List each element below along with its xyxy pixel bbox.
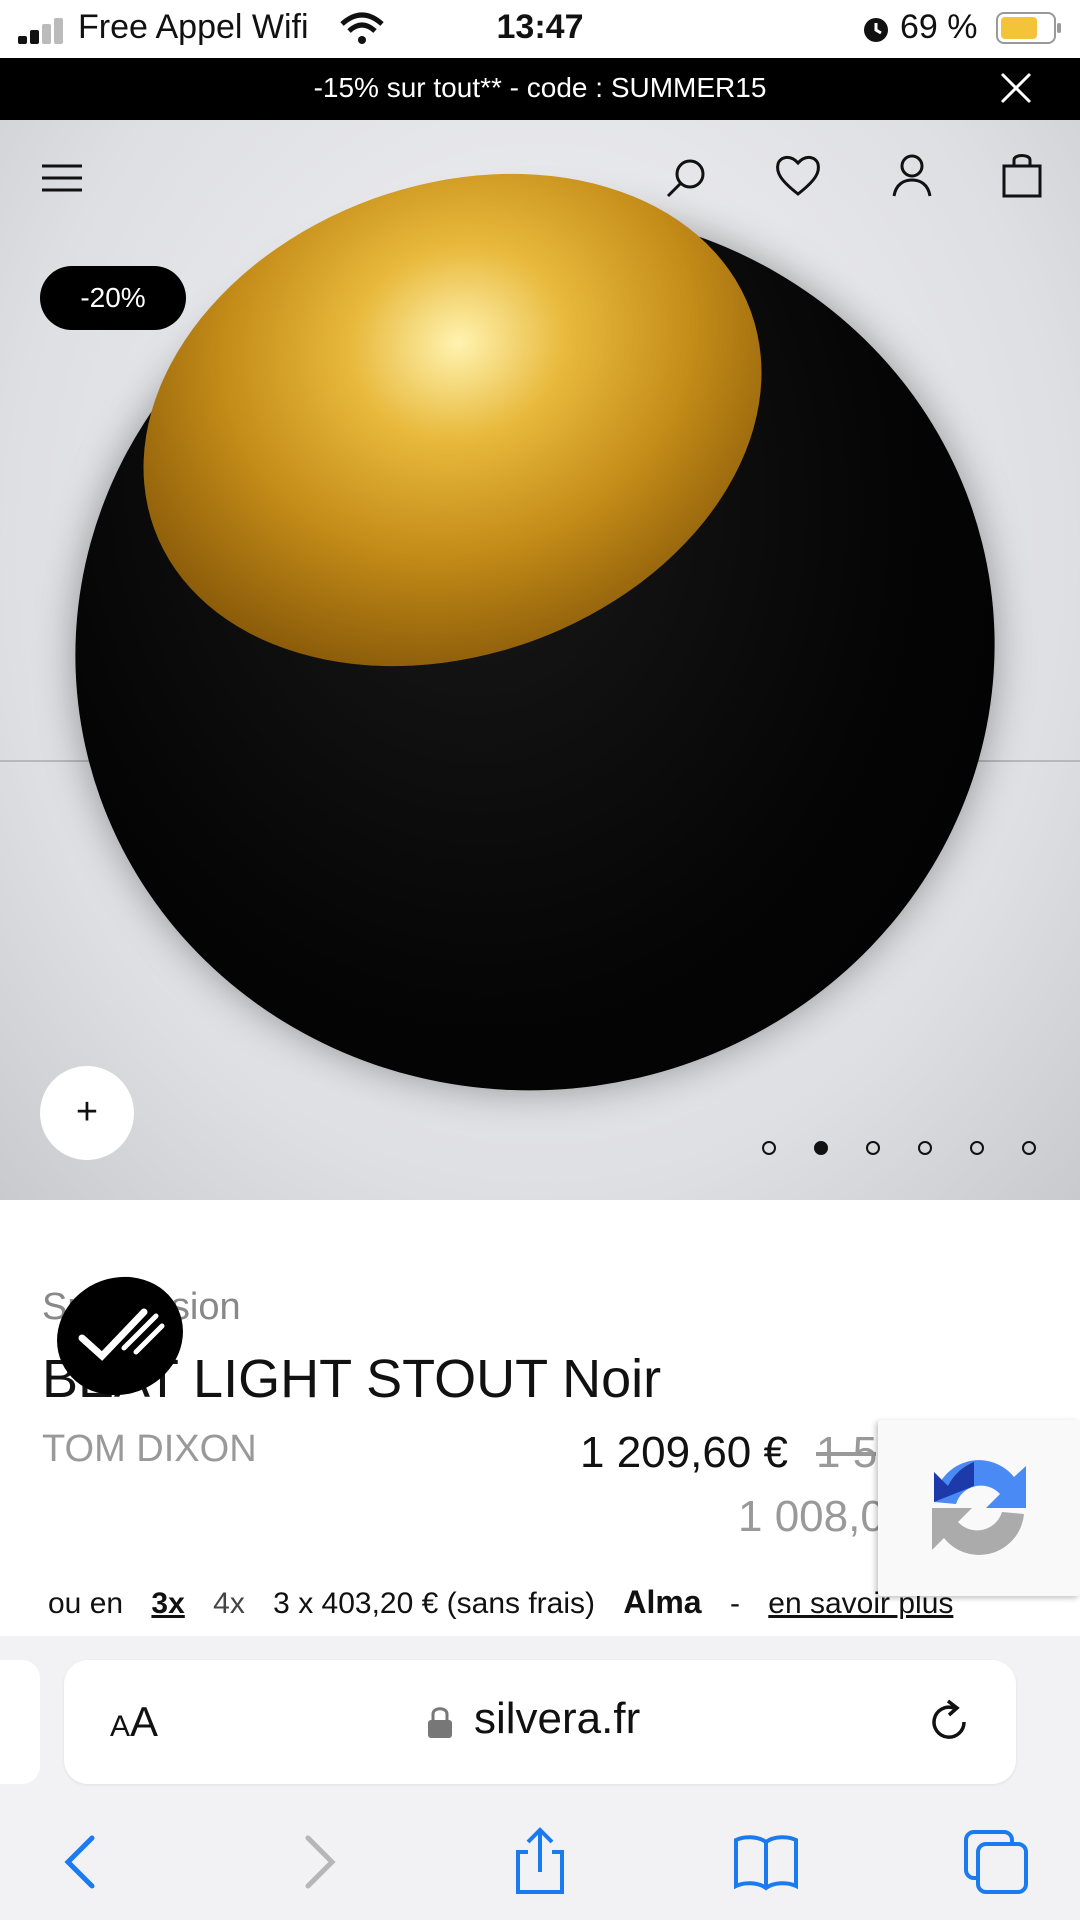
carousel-dot[interactable] (866, 1141, 880, 1155)
payment-option-4x[interactable]: 4x (213, 1587, 245, 1620)
discount-badge: -20% (40, 266, 186, 330)
recaptcha-badge[interactable] (878, 1420, 1080, 1596)
user-icon[interactable] (884, 148, 940, 204)
previous-tab-preview[interactable] (0, 1660, 40, 1784)
bag-icon[interactable] (994, 148, 1050, 204)
recaptcha-icon (932, 1460, 1026, 1555)
carousel-dot[interactable] (918, 1141, 932, 1155)
product-price: 1 209,60 € (580, 1428, 788, 1477)
carousel-dot[interactable] (1022, 1141, 1036, 1155)
aa-label: A (130, 1698, 159, 1745)
menu-icon[interactable] (36, 150, 92, 206)
url-text[interactable]: silvera.fr (474, 1694, 640, 1744)
close-icon[interactable] (996, 68, 1036, 108)
share-icon[interactable] (504, 1826, 576, 1898)
heart-icon[interactable] (770, 148, 826, 204)
zoom-button[interactable]: + (40, 1066, 134, 1160)
payment-prefix: ou en (48, 1587, 124, 1620)
product-brand[interactable]: TOM DIXON (42, 1428, 257, 1471)
status-bar: Free Appel Wifi 13:47 69 % (0, 0, 1080, 58)
forward-icon[interactable] (282, 1826, 354, 1898)
battery-percent: 69 % (900, 8, 978, 46)
alma-logo: Alma (623, 1584, 702, 1620)
alarm-icon (864, 18, 888, 42)
payment-detail: 3 x 403,20 € (sans frais) (273, 1587, 595, 1620)
back-icon[interactable] (46, 1826, 118, 1898)
battery-icon (996, 12, 1061, 44)
product-price-secondary: 1 008,0 (738, 1492, 885, 1541)
tabs-icon[interactable] (960, 1826, 1032, 1898)
payment-options: ou en 3x 4x 3 x 403,20 € (sans frais) Al… (48, 1584, 973, 1621)
payment-option-3x[interactable]: 3x (151, 1587, 184, 1620)
carousel-dot[interactable] (970, 1141, 984, 1155)
lock-icon (428, 1707, 452, 1738)
reader-settings-button[interactable]: AA (110, 1698, 158, 1746)
verified-badge-icon[interactable] (52, 1272, 188, 1400)
search-icon[interactable] (658, 150, 714, 206)
payment-separator: - (729, 1587, 740, 1620)
carousel-dot-active[interactable] (814, 1141, 828, 1155)
promo-text: -15% sur tout** - code : SUMMER15 (313, 72, 767, 103)
product-old-price: 1 5 (816, 1428, 876, 1477)
reload-icon[interactable] (924, 1696, 974, 1746)
carousel-dot[interactable] (762, 1141, 776, 1155)
bookmarks-icon[interactable] (730, 1826, 802, 1898)
promo-banner: -15% sur tout** - code : SUMMER15 (0, 58, 1080, 120)
